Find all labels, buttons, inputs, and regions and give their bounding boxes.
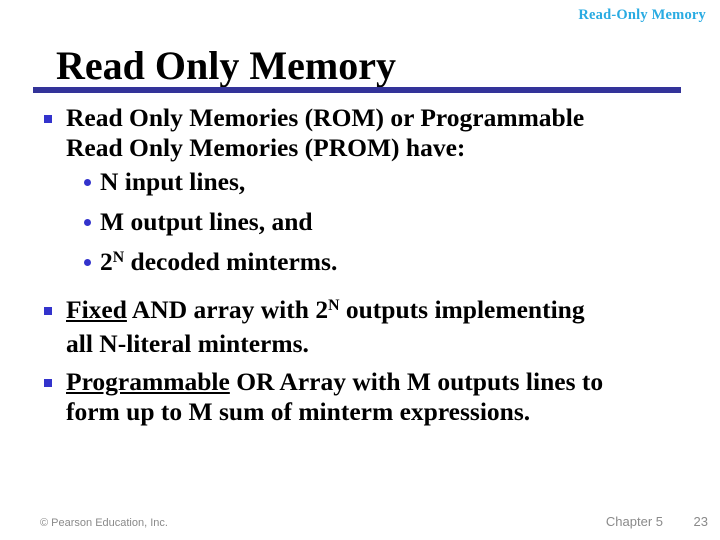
- running-header-title: Read-Only Memory: [578, 7, 706, 23]
- list-item-exponent: N: [328, 296, 340, 314]
- title-divider-rule: [33, 87, 681, 93]
- list-item-line: Read Only Memories (ROM) or Programmable: [66, 103, 585, 132]
- bullet-list: Read Only Memories (ROM) or Programmable…: [36, 103, 696, 426]
- list-item: Programmable OR Array with M outputs lin…: [36, 367, 696, 426]
- footer-chapter-label: Chapter 5: [605, 514, 663, 529]
- round-bullet-icon: [84, 219, 91, 226]
- footer-page-number: 23: [693, 514, 708, 529]
- list-item-line: OR Array with M outputs lines to: [229, 367, 604, 396]
- list-item: M output lines, and: [36, 202, 696, 242]
- sub-bullet-list: N input lines, M output lines, and 2N de…: [36, 162, 696, 286]
- list-item: Read Only Memories (ROM) or Programmable…: [36, 103, 696, 162]
- emphasis-underlined-term: Fixed: [66, 295, 127, 324]
- list-item: N input lines,: [36, 162, 696, 202]
- list-item-line: all N-literal minterms.: [66, 328, 309, 358]
- list-item-label: N input lines,: [100, 167, 246, 196]
- list-item-label: M output lines, and: [100, 207, 313, 236]
- list-item-line: AND array with 2: [126, 295, 329, 324]
- emphasis-underlined-term: Programmable: [66, 367, 230, 396]
- list-item-line: Read Only Memories (PROM) have:: [66, 132, 466, 162]
- round-bullet-icon: [84, 179, 91, 186]
- copyright-notice: © Pearson Education, Inc.: [40, 517, 168, 529]
- list-item-exponent: N: [112, 248, 125, 266]
- list-item-label: decoded minterms.: [124, 247, 338, 276]
- slide-canvas: { "header": { "running_title": "Read-Onl…: [0, 0, 720, 540]
- list-item-line: form up to M sum of minterm expressions.: [66, 396, 531, 426]
- square-bullet-icon: [44, 115, 52, 123]
- list-item-base: 2: [100, 247, 113, 276]
- list-item-line: outputs implementing: [339, 295, 585, 324]
- square-bullet-icon: [44, 379, 52, 387]
- square-bullet-icon: [44, 307, 52, 315]
- round-bullet-icon: [84, 259, 91, 266]
- list-item: 2N decoded minterms.: [36, 242, 696, 286]
- page-title: Read Only Memory: [56, 43, 396, 88]
- list-item: Fixed AND array with 2N outputs implemen…: [36, 295, 696, 358]
